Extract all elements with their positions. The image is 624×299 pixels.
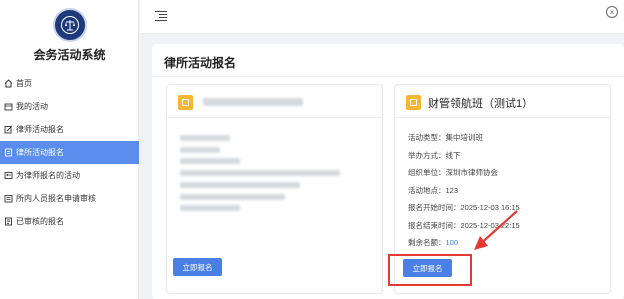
sidebar-item-label: 我的活动 [16,102,48,111]
scales-icon [65,20,75,31]
document-icon [4,148,13,157]
blurred-field [180,193,285,200]
sidebar-item-label: 所内人员报名申请审核 [16,194,96,203]
sidebar-item-label: 为律师报名的活动 [16,171,80,180]
blurred-field [180,134,230,141]
sidebar-item-home[interactable]: 首页 [0,72,139,95]
field-location: 活动地点： 123 [408,185,459,195]
sidebar-item-label: 律师活动报名 [16,125,64,134]
blurred-field [180,205,240,212]
field-signup-end: 报名结束时间： 2025-12-03 22:15 [408,220,520,230]
blurred-field [180,158,240,165]
edit-icon [4,125,13,134]
highlight-box [388,254,472,286]
field-signup-start: 报名开始时间： 2025-12-03 16:15 [408,203,520,213]
divider [152,76,624,77]
blurred-field [180,181,300,188]
sidebar-item-reviewed[interactable]: 已审核的报名 [0,210,139,233]
sidebar-item-staff-review[interactable]: 所内人员报名申请审核 [0,187,139,210]
sidebar-item-lawyer-signup[interactable]: 律师活动报名 [0,118,139,141]
calendar-icon [4,102,13,111]
card-fields: 活动类型： 集中培训班 举办方式： 线下 组织单位： 深圳市律师协会 活动地点： 123… [408,129,520,252]
field-activity-type: 活动类型： 集中培训班 [408,133,483,143]
sidebar-item-firm-signup[interactable]: 律所活动报名 [0,141,139,164]
user-edit-icon [4,171,13,180]
blurred-title [203,97,303,106]
sidebar-item-label: 律所活动报名 [16,148,64,157]
home-icon [4,79,13,88]
sidebar-item-label: 已审核的报名 [16,217,64,226]
sidebar-item-label: 首页 [16,79,32,88]
page-title: 律所活动报名 [164,56,237,70]
card-header: 财管领航班（测试1） [395,85,610,118]
card-badge-icon [406,95,421,110]
checklist-icon [4,217,13,226]
field-organizer: 组织单位： 深圳市律师协会 [408,168,498,178]
app-logo [53,8,87,42]
sidebar-item-signed-for-lawyers[interactable]: 为律师报名的活动 [0,164,139,187]
activity-card: 立即报名 [166,84,383,294]
close-icon[interactable]: × [606,6,618,18]
users-icon [4,194,13,203]
menu-collapse-icon[interactable] [155,10,167,22]
sidebar: 会务活动系统 首页 我的活动 律师活动报名 律所活动报名 为律师报名的活动 所内… [0,0,139,299]
sidebar-item-my-activities[interactable]: 我的活动 [0,95,139,118]
card-title: 财管领航班（测试1） [428,98,534,110]
app-title: 会务活动系统 [33,48,106,62]
top-bar: × [140,0,624,34]
signup-button[interactable]: 立即报名 [173,258,222,276]
card-fields [180,129,370,217]
sidebar-menu: 首页 我的活动 律师活动报名 律所活动报名 为律师报名的活动 所内人员报名申请审… [0,72,139,233]
card-header [167,85,382,118]
card-badge-icon [178,95,193,110]
blurred-field [180,146,220,153]
field-remaining-seats: 剩余名额： 100 [408,238,459,248]
field-hold-mode: 举办方式： 线下 [408,150,461,160]
blurred-field [180,170,340,176]
